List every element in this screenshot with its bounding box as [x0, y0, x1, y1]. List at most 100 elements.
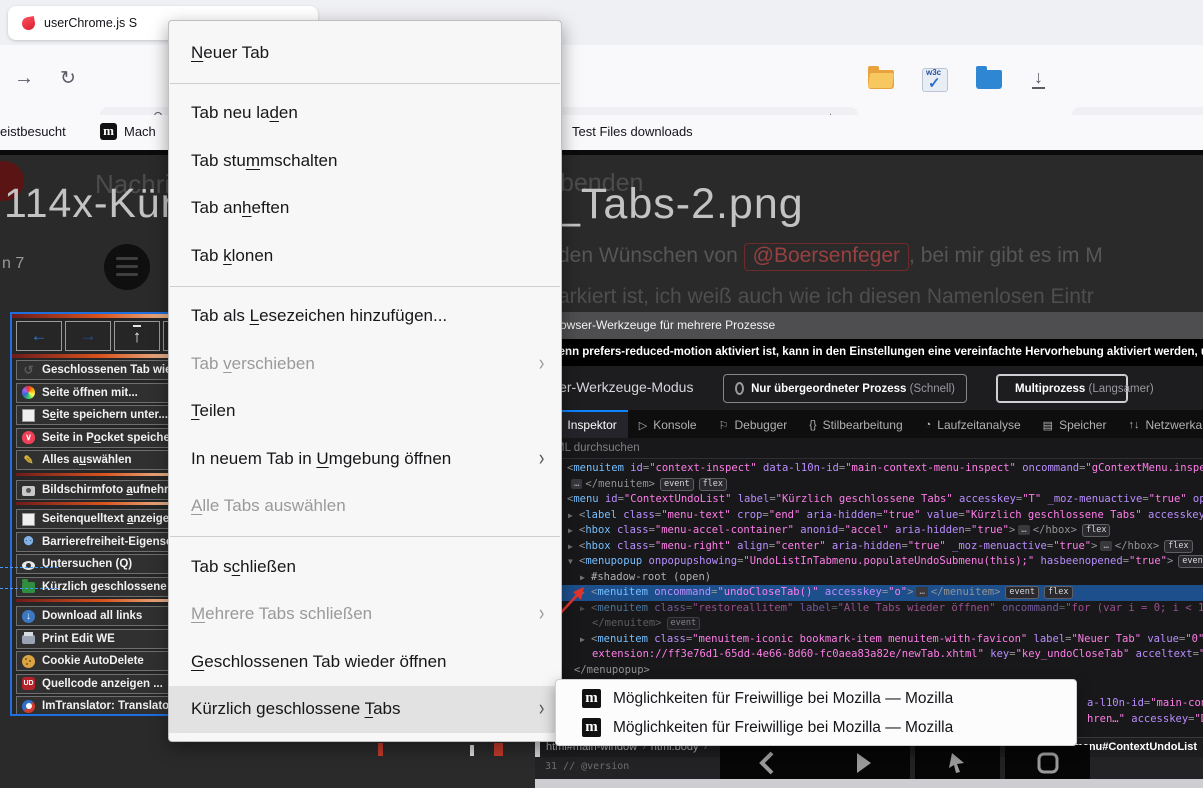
expand-arrow-icon[interactable]: ▶ — [580, 632, 591, 648]
collapsed-dots: … — [1100, 541, 1111, 551]
markup-line[interactable]: ▶<hbox class="menu-accel-container" anon… — [540, 523, 1203, 539]
burger-menu-button[interactable] — [104, 244, 150, 290]
w3c-validator-icon[interactable] — [922, 68, 948, 92]
context-menu-item[interactable]: In neuem Tab in Umgebung öffnen› — [169, 435, 561, 483]
bottom-code-text: 31 // @version — [545, 761, 629, 772]
console-icon: ▷ — [639, 419, 647, 432]
mozilla-favicon-icon: m — [582, 718, 601, 737]
markup-search-input[interactable]: TML durchsuchen — [540, 438, 1203, 459]
tab-title: userChrome.js S — [44, 16, 154, 30]
context-menu-item[interactable]: Tab stummschalten — [169, 137, 561, 185]
markup-line[interactable]: ▶#shadow-root (open) — [540, 570, 1203, 586]
user-mention[interactable]: @Boersenfeger — [744, 243, 909, 271]
bookmark-item[interactable]: Mach — [124, 124, 156, 139]
devtools-highlight-guide — [0, 567, 58, 568]
node-badge: event — [667, 617, 701, 630]
mode-option-multiprocess[interactable]: Multiprozess (Langsamer) — [996, 374, 1128, 403]
devtools-tab-netzwerka[interactable]: ↑↓Netzwerka — [1117, 410, 1203, 438]
screenshot-icon — [22, 486, 35, 496]
bookmark-item[interactable]: eistbesucht — [0, 124, 66, 139]
markup-line[interactable]: ▶<label class="menu-text" crop="end" ari… — [540, 508, 1203, 524]
context-menu-item[interactable]: Geschlossenen Tab wieder öffnen — [169, 638, 561, 686]
markup-line[interactable]: …</menuitem>eventflex — [540, 477, 1203, 493]
page-subtext: n 7 — [2, 255, 24, 273]
markup-line[interactable]: ▼<menu id="ContextUndoList" label="Kürzl… — [540, 492, 1203, 508]
menu-separator — [170, 536, 560, 537]
cookie-icon — [22, 655, 35, 668]
context-menu-item[interactable]: Tab verschieben› — [169, 340, 561, 388]
node-badge: event — [1005, 586, 1039, 599]
open-with-icon — [22, 386, 35, 399]
forward-button-icon[interactable]: → — [14, 67, 34, 90]
bookmark-mastodon-icon[interactable]: m — [100, 123, 117, 140]
node-badge: flex — [1044, 586, 1072, 599]
expand-arrow-icon[interactable]: ▶ — [568, 539, 579, 555]
network-icon: ↑↓ — [1128, 419, 1139, 431]
devtools-tab-konsole[interactable]: ▷Konsole — [628, 410, 708, 438]
collapsed-dots: … — [1018, 525, 1029, 535]
markup-line[interactable]: </menuitem>event — [540, 616, 1203, 632]
context-menu-item[interactable]: Tab klonen — [169, 232, 561, 280]
context-menu-item[interactable]: Neuer Tab — [169, 29, 561, 77]
expand-arrow-icon[interactable]: ▶ — [568, 508, 579, 524]
devtools-tab-speicher[interactable]: ▤Speicher — [1032, 410, 1118, 438]
folder-green-icon — [22, 582, 35, 593]
context-menu-item[interactable]: Tab anheften — [169, 185, 561, 233]
context-menu-item[interactable]: Alle Tabs auswählen — [169, 483, 561, 531]
back-arrow-icon[interactable]: ← — [16, 321, 62, 351]
node-badge: flex — [699, 478, 727, 491]
rounded-square-icon — [1035, 750, 1061, 776]
markup-fragment: a-l10n-id="main-contex — [1087, 697, 1203, 709]
printer-icon — [22, 635, 35, 644]
markup-line[interactable]: extension://ff3e76d1-65dd-4e66-8d60-fc0a… — [540, 647, 1203, 663]
expand-arrow-icon[interactable]: ▶ — [568, 523, 579, 539]
post-text-line1: den Wünschen von @Boersenfeger, bei mir … — [558, 243, 1103, 271]
markup-line[interactable]: ▶<hbox class="menu-right" align="center"… — [540, 539, 1203, 555]
devtools-tab-debugger[interactable]: ⚐Debugger — [708, 410, 799, 438]
collapsed-dots: … — [571, 479, 582, 489]
node-badge: event — [1178, 555, 1203, 568]
submenu-item[interactable]: mMöglichkeiten für Freiwillige bei Mozil… — [556, 713, 1076, 742]
context-menu-item[interactable]: Teilen — [169, 388, 561, 436]
breadcrumb-current[interactable]: menu#ContextUndoList — [1073, 738, 1197, 757]
markup-line-selected[interactable]: ▶<menuitem oncommand="undoCloseTab()" ac… — [540, 585, 1203, 601]
styles-icon: {} — [809, 419, 816, 431]
context-menu-item[interactable]: Tab neu laden — [169, 90, 561, 138]
forward-arrow-icon[interactable]: → — [65, 321, 111, 351]
markup-line[interactable]: ▶<menuitem id="context-inspect" data-l10… — [540, 461, 1203, 477]
markup-line[interactable]: ▶<menuitem class="restoreallitem" label=… — [540, 601, 1203, 617]
node-badge: flex — [1082, 524, 1110, 537]
expand-arrow-icon[interactable]: ▼ — [568, 554, 579, 570]
collapsed-dots: … — [916, 587, 927, 597]
submenu-chevron-icon: › — [539, 695, 544, 721]
context-menu-item[interactable]: Tab schließen — [169, 543, 561, 591]
node-badge: flex — [1164, 540, 1192, 553]
screenshot-root: userChrome.js S → ↻ nema/112673-userchro… — [0, 0, 1203, 788]
reload-button-icon[interactable]: ↻ — [60, 67, 76, 90]
mode-option-parent-process[interactable]: Nur übergeordneter Prozess (Schnell) — [723, 374, 967, 403]
bookmark-item[interactable]: Test Files downloads — [572, 124, 693, 139]
devtools-tab-stilbearbeitung[interactable]: {}Stilbearbeitung — [798, 410, 913, 438]
submenu-chevron-icon: › — [539, 350, 544, 376]
markup-line[interactable]: ▼<menupopup onpopupshowing="UndoListInTa… — [540, 554, 1203, 570]
cursor-icon — [946, 751, 970, 775]
devtools-title[interactable]: Browser-Werkzeuge für mehrere Prozesse — [540, 312, 1203, 339]
markup-line[interactable]: </menupopup> — [540, 663, 1203, 679]
download-link-icon: ↓ — [22, 610, 35, 623]
markup-fragment: hren…" accesskey="D">[ — [1087, 713, 1203, 725]
upload-arrow-icon[interactable]: ↑ — [114, 321, 160, 351]
context-menu-item[interactable]: Kürzlich geschlossene Tabs› — [169, 686, 561, 734]
tab-context-menu: Neuer TabTab neu ladenTab stummschaltenT… — [168, 20, 562, 742]
devtools-tab-laufzeitanalyse[interactable]: ◔Laufzeitanalyse — [914, 410, 1032, 438]
markup-line[interactable]: ▶<menuitem class="menuitem-iconic bookma… — [540, 632, 1203, 648]
open-folder-icon[interactable] — [868, 70, 894, 89]
context-menu-item[interactable]: Tab als Lesezeichen hinzufügen... — [169, 293, 561, 341]
submenu-item[interactable]: mMöglichkeiten für Freiwillige bei Mozil… — [556, 684, 1076, 713]
imtranslator-icon — [22, 700, 35, 713]
memory-icon: ▤ — [1043, 419, 1053, 432]
devtools-mode-row: wser-Werkzeuge-Modus Nur übergeordneter … — [540, 366, 1203, 410]
bottom-strip: 31 // @version — [535, 757, 1203, 788]
downloads-icon[interactable]: ↓ — [1032, 67, 1045, 89]
blue-folder-icon[interactable] — [976, 70, 1002, 89]
context-menu-item[interactable]: Mehrere Tabs schließen› — [169, 591, 561, 639]
